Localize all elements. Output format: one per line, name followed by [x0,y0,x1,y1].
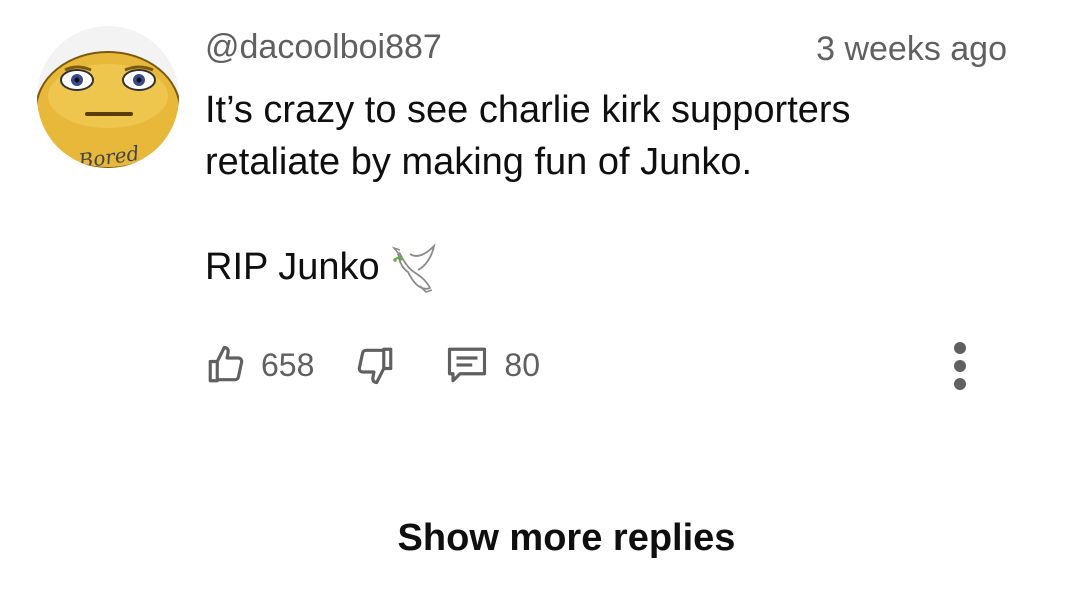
comment-timestamp: 3 weeks ago [816,30,1007,68]
dislike-button[interactable] [354,344,396,386]
dove-icon [390,240,438,294]
comment-line: retaliate by making fun of Junko. [205,141,753,183]
reply-count: 80 [504,346,540,383]
comment-text: It’s crazy to see charlie kirk supporter… [205,84,1005,294]
comment-icon [448,347,487,383]
comment-actions: 658 80 [205,340,540,390]
comment-paragraph: RIP Junko [205,240,1005,294]
comment-line: RIP Junko [205,246,380,288]
thumbs-up-icon [208,345,244,383]
comment-author[interactable]: @dacoolboi887 [205,26,442,68]
thumbs-down-icon [358,347,393,385]
more-options-dot [954,378,966,390]
like-button[interactable]: 658 [205,344,314,386]
show-more-replies-button[interactable]: Show more replies [0,514,1079,562]
avatar[interactable]: Bored [37,26,179,168]
more-options-button[interactable] [940,338,980,394]
like-count: 658 [261,346,315,383]
more-options-dot [954,360,966,372]
comment-line: It’s crazy to see charlie kirk supporter… [205,89,851,131]
more-options-dot [954,342,966,354]
reply-button[interactable]: 80 [444,344,540,386]
bored-face-icon: Bored [37,26,179,168]
